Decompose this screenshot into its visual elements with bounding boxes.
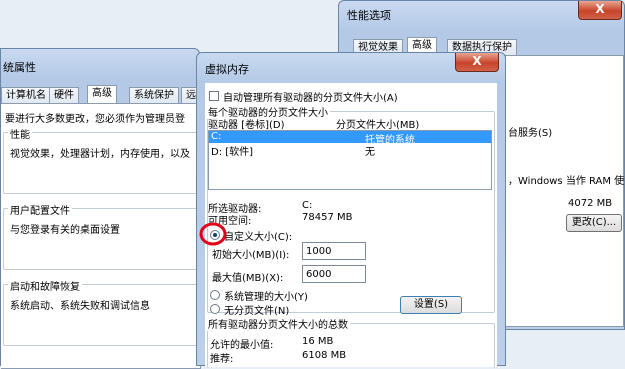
list-item[interactable]: C: 托管的系统 [209, 131, 491, 146]
window-title: 统属性 [3, 61, 36, 74]
no-paging-radio[interactable] [210, 304, 220, 314]
group-title: 性能 [8, 126, 32, 141]
window-title: 性能选项 [347, 9, 391, 22]
total-group: 所有驱动器分页文件大小的总数 允许的最小值: 16 MB 推荐: 6108 MB [206, 316, 495, 368]
free-space-value: 78457 MB [302, 212, 353, 223]
min-allowed-value: 16 MB [302, 336, 334, 347]
list-item[interactable]: D: [软件] 无 [209, 143, 491, 158]
min-allowed-label: 允许的最小值: [210, 340, 274, 351]
tab-computer-name[interactable]: 计算机名 [1, 87, 51, 104]
recommended-value: 6108 MB [302, 350, 347, 361]
tab-system-protection[interactable]: 系统保护 [129, 87, 179, 104]
tab-advanced[interactable]: 高级 [87, 85, 117, 104]
dialog-title: 虚拟内存 [205, 63, 249, 76]
memory-note: ，Windows 当作 RAM 使 [508, 176, 625, 187]
drive-size: 无 [365, 147, 375, 158]
system-managed-radio[interactable] [210, 290, 220, 300]
service-text: 台服务(S) [508, 128, 553, 139]
virtual-memory-dialog: 虚拟内存 X 自动管理所有驱动器的分页文件大小(A) 每个驱动器的分页文件大小 … [196, 52, 506, 368]
group-desc: 视觉效果，处理器计划，内存使用，以及 [10, 149, 190, 160]
group-title: 所有驱动器分页文件大小的总数 [206, 316, 350, 331]
max-size-label: 最大值(MB)(X): [212, 273, 284, 284]
close-button[interactable]: X [455, 53, 499, 72]
system-properties-window: 统属性 计算机名 硬件 高级 系统保护 远 要进行大多数更改，您必须作为管理员登… [0, 48, 215, 369]
system-managed-label[interactable]: 系统管理的大小(Y) [224, 288, 308, 303]
drive-list[interactable]: C: 托管的系统 D: [软件] 无 [208, 130, 492, 190]
selected-drive-value: C: [302, 200, 313, 211]
auto-manage-label[interactable]: 自动管理所有驱动器的分页文件大小(A) [223, 89, 398, 104]
memory-size: 4072 MB [568, 198, 613, 209]
custom-size-label[interactable]: 自定义大小(C): [224, 228, 292, 243]
drive-letter: C: [211, 131, 222, 142]
dialog-body: 自动管理所有驱动器的分页文件大小(A) 每个驱动器的分页文件大小 驱动器 [卷标… [199, 83, 497, 368]
group-title: 用户配置文件 [8, 202, 72, 217]
drive-letter: D: [软件] [211, 147, 254, 158]
admin-note: 要进行大多数更改，您必须作为管理员登 [5, 114, 185, 125]
performance-group: 性能 视觉效果，处理器计划，内存使用，以及 [3, 126, 215, 194]
initial-size-input[interactable]: 1000 [302, 242, 366, 260]
group-desc: 与您登录有关的桌面设置 [10, 225, 120, 236]
startup-recovery-group: 启动和故障恢复 系统启动、系统失败和调试信息 [3, 278, 215, 346]
group-desc: 系统启动、系统失败和调试信息 [10, 301, 150, 312]
column-drive: 驱动器 [卷标](D) [208, 120, 285, 131]
tab-panel: 要进行大多数更改，您必须作为管理员登 性能 视觉效果，处理器计划，内存使用，以及… [1, 103, 215, 369]
tab-hardware[interactable]: 硬件 [49, 87, 79, 104]
recommended-label: 推荐: [210, 354, 234, 365]
set-button[interactable]: 设置(S) [400, 296, 462, 314]
no-paging-label[interactable]: 无分页文件(N) [224, 302, 289, 317]
red-circle-annotation [199, 222, 227, 246]
per-drive-group: 每个驱动器的分页文件大小 驱动器 [卷标](D) 分页文件大小(MB) C: 托… [199, 104, 495, 317]
auto-manage-checkbox[interactable] [209, 91, 219, 101]
change-button[interactable]: 更改(C)... [566, 214, 622, 232]
initial-size-label: 初始大小(MB)(I): [212, 250, 290, 261]
column-size: 分页文件大小(MB) [336, 120, 420, 131]
user-profile-group: 用户配置文件 与您登录有关的桌面设置 [3, 202, 215, 270]
group-title: 启动和故障恢复 [8, 278, 82, 293]
max-size-input[interactable]: 6000 [302, 265, 366, 283]
close-button[interactable]: X [578, 1, 622, 20]
